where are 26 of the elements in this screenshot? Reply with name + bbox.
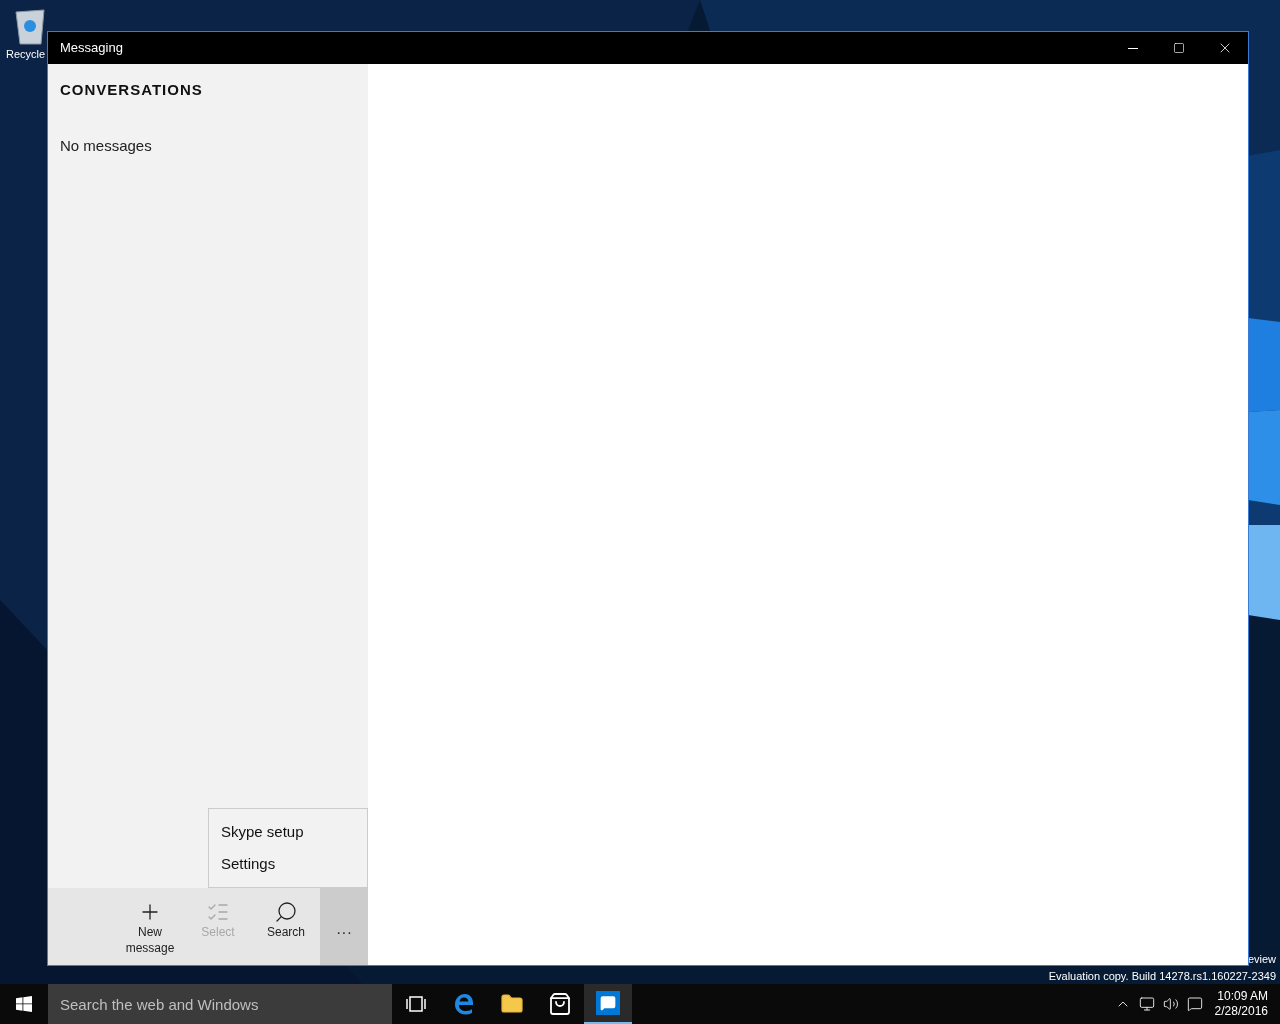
- notification-icon[interactable]: [1186, 996, 1203, 1012]
- network-icon[interactable]: [1138, 996, 1155, 1012]
- search-icon: [274, 900, 298, 924]
- shopping-bag-icon: [548, 992, 572, 1016]
- app-bar-button[interactable]: Search: [252, 888, 320, 965]
- task-view-icon: [406, 996, 426, 1012]
- maximize-icon: [1173, 42, 1185, 54]
- taskbar-app-button[interactable]: [584, 984, 632, 1024]
- chat-bubble-icon: [596, 991, 620, 1015]
- desktop-icon-label: Recycle: [5, 47, 46, 62]
- empty-state-text: No messages: [59, 135, 153, 156]
- folder-icon: [500, 992, 524, 1016]
- system-watermark-text: eview: [1247, 952, 1276, 967]
- menu-item[interactable]: Settings: [209, 853, 367, 875]
- app-bar-button[interactable]: New message: [116, 888, 184, 965]
- system-watermark-text: Evaluation copy. Build 14278.rs1.160227-2349: [1048, 969, 1276, 984]
- volume-icon[interactable]: [1162, 996, 1179, 1012]
- clock-button[interactable]: 10:09 AM 2/28/2016: [1214, 989, 1280, 1019]
- more-button[interactable]: ···: [320, 888, 368, 965]
- taskbar-search-field[interactable]: Search the web and Windows: [48, 984, 392, 1024]
- minimize-icon: [1128, 47, 1138, 49]
- menu-item[interactable]: Skype setup: [209, 821, 367, 843]
- sidebar-heading: CONVERSATIONS: [59, 80, 204, 100]
- window-title: Messaging: [60, 39, 124, 58]
- windows-logo-icon: [16, 996, 32, 1012]
- browser-icon: [453, 993, 475, 1015]
